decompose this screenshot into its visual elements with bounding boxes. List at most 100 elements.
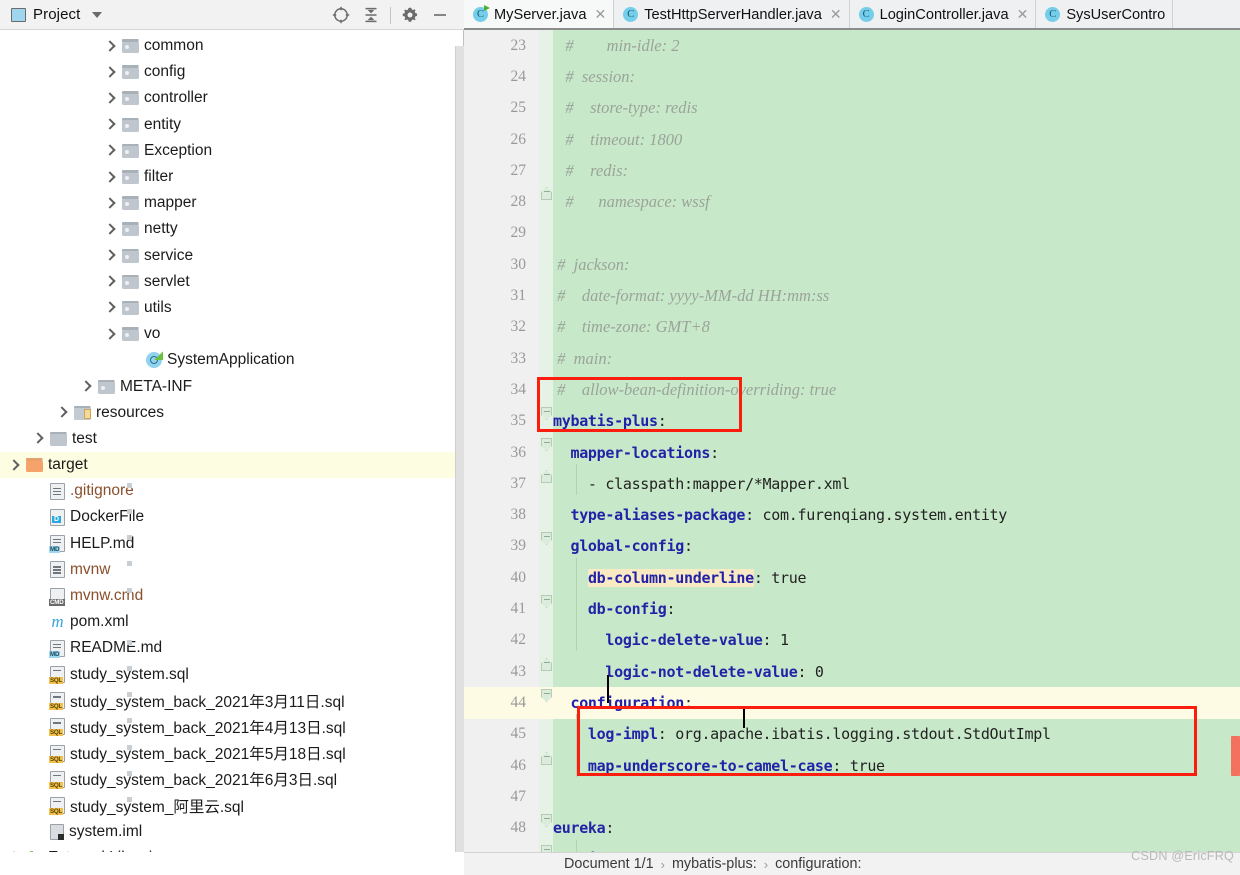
tree-item-servlet[interactable]: servlet: [0, 269, 455, 295]
scrollbar-error-marker[interactable]: [1231, 736, 1240, 776]
fold-marker-start[interactable]: [541, 595, 552, 608]
code-line-29[interactable]: 29: [464, 218, 1240, 249]
code-line-text[interactable]: mapper-locations:: [553, 444, 719, 462]
code-line-27[interactable]: 27 # redis:: [464, 155, 1240, 186]
code-line-44[interactable]: 44 configuration:: [464, 687, 1240, 719]
code-line-31[interactable]: 31 # date-format: yyyy-MM-dd HH:mm:ss: [464, 280, 1240, 311]
chevron-right-icon[interactable]: [104, 92, 117, 105]
editor-scrollbar[interactable]: [1229, 30, 1240, 852]
chevron-right-icon[interactable]: [104, 197, 117, 210]
code-line-text[interactable]: type-aliases-package: com.furenqiang.sys…: [553, 506, 1007, 524]
editor-tab-bar[interactable]: C MyServer.java ✕ C TestHttpServerHandler.ja…: [464, 0, 1240, 29]
tree-item-entity[interactable]: entity: [0, 112, 455, 138]
tree-item-service[interactable]: service: [0, 243, 455, 269]
close-icon[interactable]: ✕: [594, 6, 606, 23]
code-line-text[interactable]: db-column-underline: true: [553, 568, 807, 587]
code-line-32[interactable]: 32 # time-zone: GMT+8: [464, 312, 1240, 343]
code-line-text[interactable]: global-config:: [553, 537, 693, 555]
code-line-24[interactable]: 24 # session:: [464, 61, 1240, 92]
tree-item-filter[interactable]: filter: [0, 164, 455, 190]
editor-tab-logincontroller-java[interactable]: C LoginController.java ✕: [849, 0, 1037, 29]
code-editor[interactable]: 23 # min-idle: 2 24 # session: 25 # store-…: [464, 30, 1240, 852]
tree-item-mvnw-cmd[interactable]: CMD mvnw.cmd: [0, 583, 455, 609]
close-icon[interactable]: ✕: [1017, 6, 1029, 23]
project-file-tree[interactable]: common config controller entity Exception fil…: [0, 31, 455, 875]
code-line-text[interactable]: - classpath:mapper/*Mapper.xml: [553, 475, 850, 493]
code-line-28[interactable]: 28 # namespace: wssf: [464, 187, 1240, 218]
chevron-right-icon[interactable]: [104, 40, 117, 53]
chevron-right-icon[interactable]: [104, 249, 117, 262]
fold-marker-start[interactable]: [541, 438, 552, 451]
code-line-38[interactable]: 38 type-aliases-package: com.furenqiang.…: [464, 500, 1240, 531]
code-line-47[interactable]: 47: [464, 781, 1240, 812]
code-line-36[interactable]: 36 mapper-locations:: [464, 437, 1240, 468]
code-line-34[interactable]: 34 # allow-bean-definition-overriding: t…: [464, 374, 1240, 405]
breadcrumb-configuration[interactable]: configuration:: [775, 856, 861, 872]
tree-item-netty[interactable]: netty: [0, 216, 455, 242]
tree-item-study-system-sql[interactable]: SQL study_system.sql: [0, 662, 455, 688]
code-line-40[interactable]: 40 db-column-underline: true: [464, 562, 1240, 593]
code-line-text[interactable]: log-impl: org.apache.ibatis.logging.stdo…: [553, 725, 1051, 743]
tree-item-systemapplication[interactable]: SystemApplication: [0, 347, 455, 373]
gear-icon[interactable]: [395, 0, 425, 30]
code-line-46[interactable]: 46 map-underscore-to-camel-case: true: [464, 750, 1240, 781]
code-line-45[interactable]: 45 log-impl: org.apache.ibatis.logging.s…: [464, 719, 1240, 750]
project-title-group[interactable]: Project: [0, 6, 103, 23]
code-line-text[interactable]: # main:: [553, 349, 612, 369]
tree-item-exception[interactable]: Exception: [0, 138, 455, 164]
code-line-text[interactable]: # date-format: yyyy-MM-dd HH:mm:ss: [553, 286, 829, 306]
code-line-text[interactable]: logic-delete-value: 1: [553, 631, 789, 649]
code-line-35[interactable]: 35 mybatis-plus:: [464, 406, 1240, 437]
chevron-right-icon[interactable]: [104, 223, 117, 236]
tree-item-target[interactable]: target: [0, 452, 455, 479]
chevron-right-icon[interactable]: [8, 459, 21, 472]
tree-item-pom-xml[interactable]: m pom.xml: [0, 609, 455, 635]
code-line-23[interactable]: 23 # min-idle: 2: [464, 30, 1240, 61]
code-line-text[interactable]: # session:: [553, 67, 635, 87]
tree-item-dockerfile[interactable]: D DockerFile: [0, 504, 455, 530]
code-line-48[interactable]: 48 eureka:: [464, 813, 1240, 844]
tree-item-help-md[interactable]: MD HELP.md: [0, 531, 455, 557]
code-line-25[interactable]: 25 # store-type: redis: [464, 93, 1240, 124]
code-line-text[interactable]: db-config:: [553, 600, 676, 618]
tree-item-test[interactable]: test: [0, 426, 455, 452]
breadcrumb-mybatis-plus[interactable]: mybatis-plus:: [672, 856, 757, 872]
fold-marker-start[interactable]: [541, 814, 552, 827]
tree-item-system-iml[interactable]: system.iml: [0, 819, 455, 845]
minimize-icon[interactable]: [425, 0, 455, 30]
code-line-text[interactable]: # min-idle: 2: [553, 36, 679, 56]
code-line-43[interactable]: 43 logic-not-delete-value: 0: [464, 656, 1240, 687]
collapse-all-icon[interactable]: [356, 0, 386, 30]
tree-item-mvnw[interactable]: mvnw: [0, 557, 455, 583]
chevron-down-icon[interactable]: [92, 11, 103, 18]
tree-item-common[interactable]: common: [0, 33, 455, 59]
chevron-right-icon[interactable]: [104, 144, 117, 157]
chevron-right-icon[interactable]: [104, 275, 117, 288]
code-line-41[interactable]: 41 db-config:: [464, 593, 1240, 624]
code-line-30[interactable]: 30 # jackson:: [464, 249, 1240, 280]
fold-marker-start[interactable]: [541, 407, 552, 420]
editor-tab-sysusercontro[interactable]: C SysUserContro: [1036, 0, 1174, 29]
code-line-39[interactable]: 39 global-config:: [464, 531, 1240, 562]
locate-crosshair-icon[interactable]: [326, 0, 356, 30]
tree-item-readme-md[interactable]: MD README.md: [0, 635, 455, 661]
tree-item-study-system-back-2021-4-13-sql[interactable]: SQL study_system_back_2021年4月13日.sql: [0, 714, 455, 740]
chevron-right-icon[interactable]: [32, 432, 45, 445]
fold-marker-start[interactable]: [541, 689, 552, 702]
tree-item-resources[interactable]: resources: [0, 400, 455, 426]
tree-item-utils[interactable]: utils: [0, 295, 455, 321]
editor-tab-myserver-java[interactable]: C MyServer.java ✕: [464, 0, 615, 29]
fold-marker-end[interactable]: [541, 658, 552, 671]
code-line-42[interactable]: 42 logic-delete-value: 1: [464, 625, 1240, 656]
code-line-text[interactable]: # jackson:: [553, 255, 629, 275]
code-line-text[interactable]: # time-zone: GMT+8: [553, 317, 710, 337]
tree-item-study-system-back-2021-6-3-sql[interactable]: SQL study_system_back_2021年6月3日.sql: [0, 766, 455, 792]
tree-item-study-system-back-2021-5-18-sql[interactable]: SQL study_system_back_2021年5月18日.sql: [0, 740, 455, 766]
tree-item-study-system-sql[interactable]: SQL study_system_阿里云.sql: [0, 792, 455, 818]
chevron-right-icon[interactable]: [80, 380, 93, 393]
fold-marker-end[interactable]: [541, 187, 552, 200]
document-indicator[interactable]: Document 1/1: [564, 856, 654, 872]
fold-marker-start[interactable]: [541, 845, 552, 852]
chevron-right-icon[interactable]: [104, 66, 117, 79]
code-line-49[interactable]: 49 client:: [464, 844, 1240, 852]
